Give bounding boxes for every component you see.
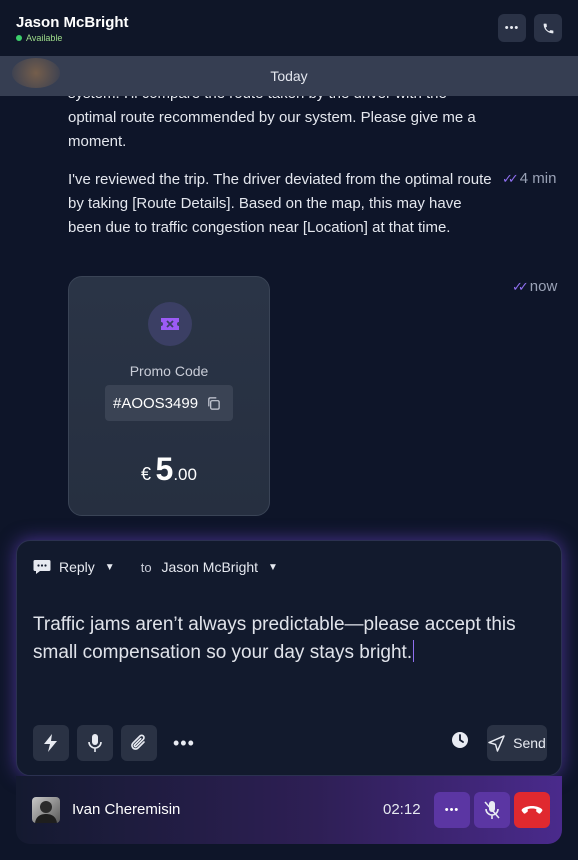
avatar-blur	[12, 58, 60, 88]
ticket-icon	[148, 302, 192, 346]
message-time: now	[529, 278, 558, 295]
promo-code-value: #AOOS3499	[113, 394, 199, 412]
more-icon: •••	[444, 804, 460, 816]
message-input[interactable]: Traffic jams aren’t always predictable—p…	[33, 611, 553, 667]
date-divider: Today	[0, 56, 578, 96]
caller-name: Ivan Cheremisin	[72, 801, 181, 818]
conversation-header: Jason McBright Available •••	[0, 0, 578, 56]
message-meta: ✓✓ now	[512, 278, 557, 295]
end-call-button[interactable]	[514, 792, 550, 828]
avatar	[32, 797, 60, 823]
message-bubble: system. I'll compare the route taken by …	[68, 96, 476, 150]
promo-amount: € 5.00	[69, 451, 269, 488]
to-label: to	[140, 559, 152, 575]
contact-status: Available	[16, 33, 62, 43]
more-tools-button[interactable]: •••	[173, 733, 195, 754]
call-more-button[interactable]: •••	[434, 792, 470, 828]
more-icon: •••	[504, 22, 520, 34]
copy-icon[interactable]	[206, 396, 221, 411]
schedule-button[interactable]	[451, 731, 469, 754]
call-duration: 02:12	[383, 801, 421, 818]
clock-icon	[452, 732, 468, 748]
amount-integer: 5	[155, 451, 174, 487]
status-text: Available	[26, 33, 63, 43]
call-button[interactable]	[534, 14, 562, 42]
promo-card: Promo Code #AOOS3499 € 5.00	[68, 276, 270, 516]
recipient-dropdown[interactable]: Jason McBright	[162, 559, 258, 575]
read-receipt-icon: ✓✓	[502, 170, 519, 186]
phone-icon	[543, 23, 553, 33]
chevron-down-icon[interactable]: ▼	[268, 562, 278, 573]
currency-symbol: €	[141, 464, 152, 484]
paperclip-icon	[131, 734, 145, 750]
promo-code-field[interactable]: #AOOS3499	[105, 385, 233, 421]
microphone-icon	[88, 734, 102, 752]
status-dot-icon	[16, 35, 22, 41]
send-icon	[488, 734, 505, 752]
reply-header: Reply ▼ to Jason McBright ▼	[33, 559, 278, 575]
hang-up-icon	[521, 806, 543, 814]
microphone-off-icon	[484, 801, 500, 819]
amount-decimal: .00	[173, 465, 197, 484]
reply-mode-dropdown[interactable]: Reply	[59, 559, 95, 575]
send-label: Send	[513, 735, 546, 751]
message-meta: ✓✓ 4 min	[502, 170, 556, 187]
attach-button[interactable]	[121, 725, 157, 761]
message-bubble: I've reviewed the trip. The driver devia…	[68, 171, 492, 236]
chat-bubble-icon	[33, 560, 51, 574]
date-label: Today	[270, 68, 308, 84]
mute-button[interactable]	[474, 792, 510, 828]
chevron-down-icon[interactable]: ▼	[105, 562, 115, 573]
quick-actions-button[interactable]	[33, 725, 69, 761]
lightning-icon	[44, 734, 57, 752]
voice-note-button[interactable]	[77, 725, 113, 761]
send-button[interactable]: Send	[487, 725, 547, 761]
active-call-bar: Ivan Cheremisin 02:12 •••	[16, 776, 562, 844]
more-options-button[interactable]: •••	[498, 14, 526, 42]
message-input-text: Traffic jams aren’t always predictable—p…	[33, 614, 516, 663]
message-clip: system. I'll compare the route taken by …	[0, 96, 578, 158]
read-receipt-icon: ✓✓	[512, 278, 529, 294]
contact-name: Jason McBright	[16, 14, 129, 31]
promo-label: Promo Code	[129, 363, 209, 379]
text-cursor	[413, 640, 415, 662]
message-time: 4 min	[519, 170, 557, 187]
reply-composer: Reply ▼ to Jason McBright ▼ Traffic jams…	[16, 540, 562, 776]
